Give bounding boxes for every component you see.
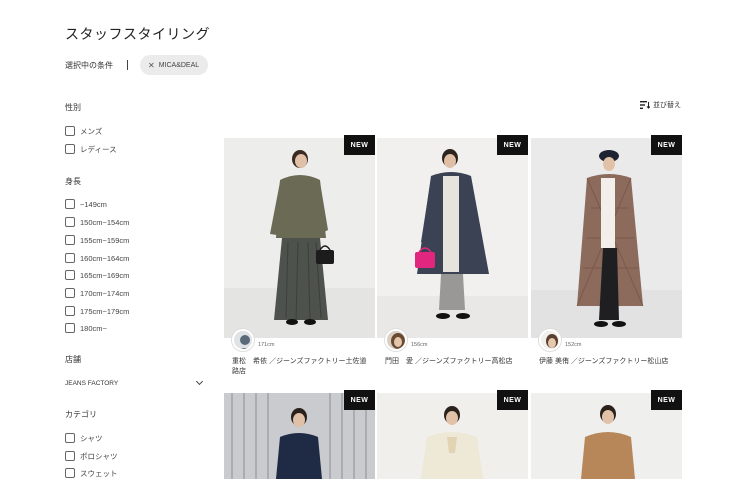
condition-chip-label: MICA&DEAL — [158, 61, 200, 69]
new-badge: NEW — [344, 390, 375, 410]
filter-store-title: 店舗 — [65, 355, 81, 364]
checkbox[interactable] — [65, 144, 75, 154]
staff-info[interactable]: 重松 希依 ／ジーンズファクトリー土佐道路店 — [232, 357, 372, 377]
sort-button[interactable]: 並び替え — [640, 100, 681, 110]
new-badge: NEW — [651, 135, 682, 155]
filter-height-option[interactable]: 155cm~159cm — [65, 234, 129, 246]
filter-gender-title: 性別 — [65, 103, 81, 112]
selected-conditions-label: 選択中の条件 — [65, 60, 113, 70]
checkbox[interactable] — [65, 270, 75, 280]
staff-height: 171cm — [258, 342, 275, 348]
chevron-down-icon — [195, 377, 204, 386]
filter-height-option[interactable]: 175cm~179cm — [65, 305, 129, 317]
sort-icon — [640, 101, 650, 109]
checkbox[interactable] — [65, 306, 75, 316]
staff-height: 156cm — [411, 342, 428, 348]
staff-info[interactable]: 門田 愛 ／ジーンズファクトリー高松店 — [385, 357, 525, 367]
new-badge: NEW — [497, 390, 528, 410]
checkbox[interactable] — [65, 253, 75, 263]
close-icon[interactable]: ✕ — [148, 61, 155, 70]
checkbox[interactable] — [65, 126, 75, 136]
filter-category-option[interactable]: ポロシャツ — [65, 450, 118, 462]
staff-height: 152cm — [565, 342, 582, 348]
new-badge: NEW — [497, 135, 528, 155]
filter-height-option[interactable]: 180cm~ — [65, 322, 107, 334]
page-title: スタッフスタイリング — [65, 26, 210, 42]
selected-conditions: 選択中の条件 ✕ MICA&DEAL — [65, 55, 209, 75]
new-badge: NEW — [344, 135, 375, 155]
filter-gender-option[interactable]: メンズ — [65, 125, 102, 137]
filter-height-option[interactable]: 170cm~174cm — [65, 287, 129, 299]
filter-category-title: カテゴリ — [65, 410, 97, 419]
checkbox[interactable] — [65, 323, 75, 333]
checkbox[interactable] — [65, 235, 75, 245]
new-badge: NEW — [651, 390, 682, 410]
filter-category-option[interactable]: シャツ — [65, 432, 103, 444]
filter-gender-option[interactable]: レディース — [65, 143, 117, 155]
avatar — [539, 329, 561, 351]
styling-photo[interactable] — [377, 138, 528, 338]
filter-height-title: 身長 — [65, 177, 81, 186]
styling-photo[interactable] — [531, 138, 682, 338]
checkbox[interactable] — [65, 217, 75, 227]
filter-height-option[interactable]: 150cm~154cm — [65, 216, 129, 228]
checkbox[interactable] — [65, 199, 75, 209]
checkbox[interactable] — [65, 451, 75, 461]
checkbox[interactable] — [65, 288, 75, 298]
avatar — [232, 329, 254, 351]
staff-info[interactable]: 伊藤 美侑 ／ジーンズファクトリー松山店 — [539, 357, 679, 367]
checkbox[interactable] — [65, 468, 75, 478]
condition-chip[interactable]: ✕ MICA&DEAL — [140, 55, 209, 75]
checkbox[interactable] — [65, 433, 75, 443]
store-select[interactable]: JEANS FACTORY — [65, 377, 205, 389]
filter-height-option[interactable]: 160cm~164cm — [65, 252, 129, 264]
divider — [127, 60, 128, 70]
filter-category-option[interactable]: スウェット — [65, 467, 118, 479]
styling-photo[interactable] — [224, 138, 375, 338]
sort-label: 並び替え — [653, 102, 681, 109]
store-select-value: JEANS FACTORY — [65, 379, 119, 387]
filter-height-option[interactable]: ~149cm — [65, 198, 107, 210]
filter-height-option[interactable]: 165cm~169cm — [65, 269, 129, 281]
avatar — [385, 329, 407, 351]
